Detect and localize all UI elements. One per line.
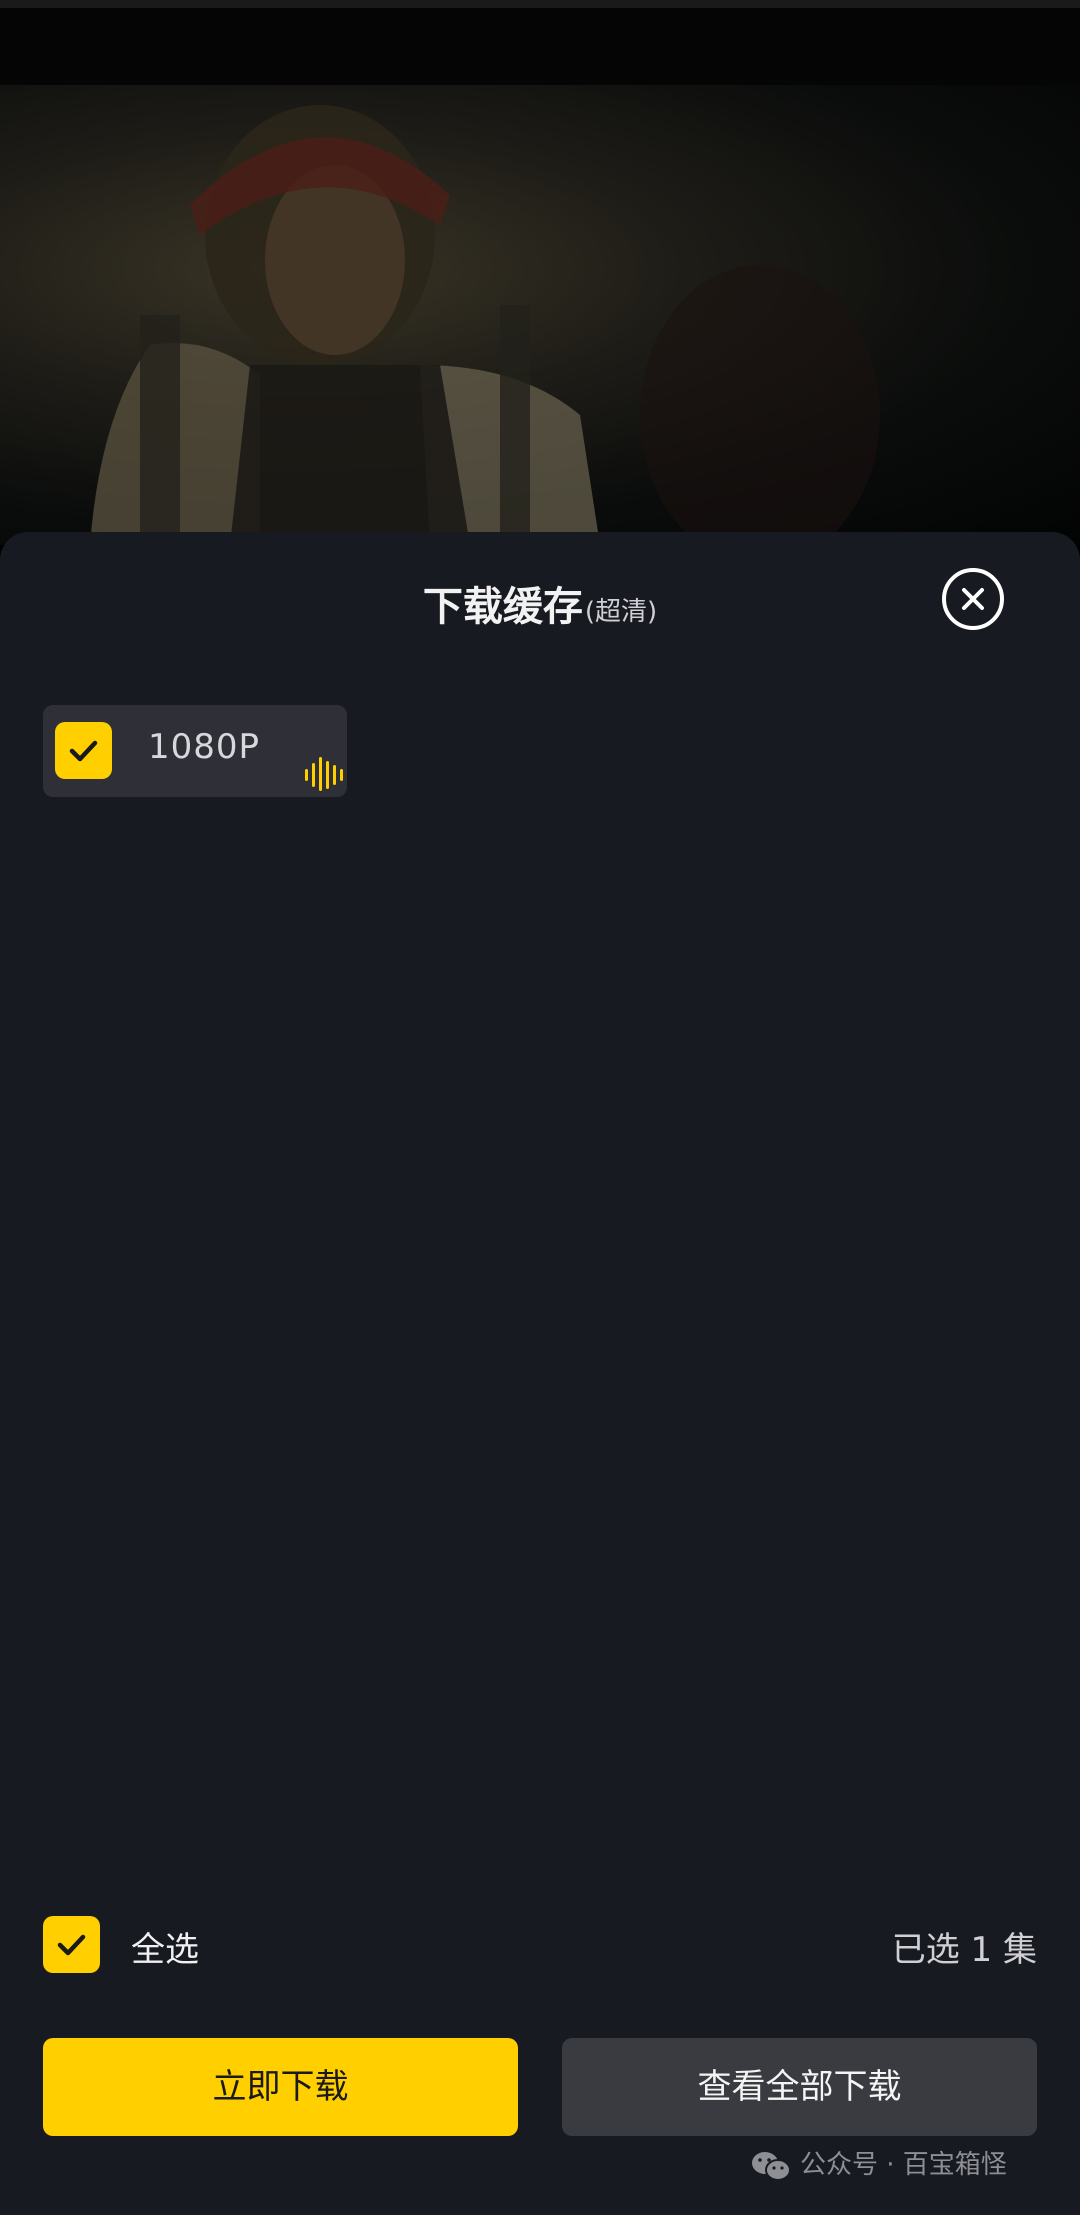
select-all-label[interactable]: 全选 (131, 1922, 199, 1971)
sheet-title: 下载缓存(超清) (0, 574, 1080, 632)
top-divider (0, 0, 1080, 8)
selected-count: 已选 1 集 (891, 1930, 1037, 1970)
watermark: 公众号 · 百宝箱怪 (750, 2144, 1007, 2184)
quality-checkbox[interactable] (55, 722, 112, 779)
download-sheet: 下载缓存(超清) 1080P 全选 已选 1 集 立即下载 查看全部下载 公众号… (0, 532, 1080, 2215)
checkmark-icon (57, 1934, 86, 1956)
video-frame-scene (90, 105, 880, 545)
audio-wave-icon (305, 757, 343, 791)
status-bar-area (0, 0, 1080, 85)
wechat-icon (752, 2151, 791, 2181)
close-button[interactable] (942, 568, 1004, 630)
sheet-title-main: 下载缓存 (422, 584, 583, 630)
screen: 下载缓存(超清) 1080P 全选 已选 1 集 立即下载 查看全部下载 公众号… (0, 0, 1080, 2215)
select-all-checkbox[interactable] (43, 1916, 100, 1973)
sheet-title-quality: (超清) (584, 597, 658, 627)
quality-option-1080p[interactable]: 1080P (43, 705, 347, 797)
view-all-downloads-button[interactable]: 查看全部下载 (562, 2038, 1037, 2136)
checkmark-icon (69, 740, 98, 762)
watermark-text: 公众号 · 百宝箱怪 (800, 2150, 1007, 2180)
close-icon (962, 588, 984, 610)
select-all-row: 全选 已选 1 集 (43, 1916, 1037, 1974)
quality-label: 1080P (148, 727, 261, 767)
download-now-button[interactable]: 立即下载 (43, 2038, 518, 2136)
video-player[interactable] (0, 85, 1080, 545)
